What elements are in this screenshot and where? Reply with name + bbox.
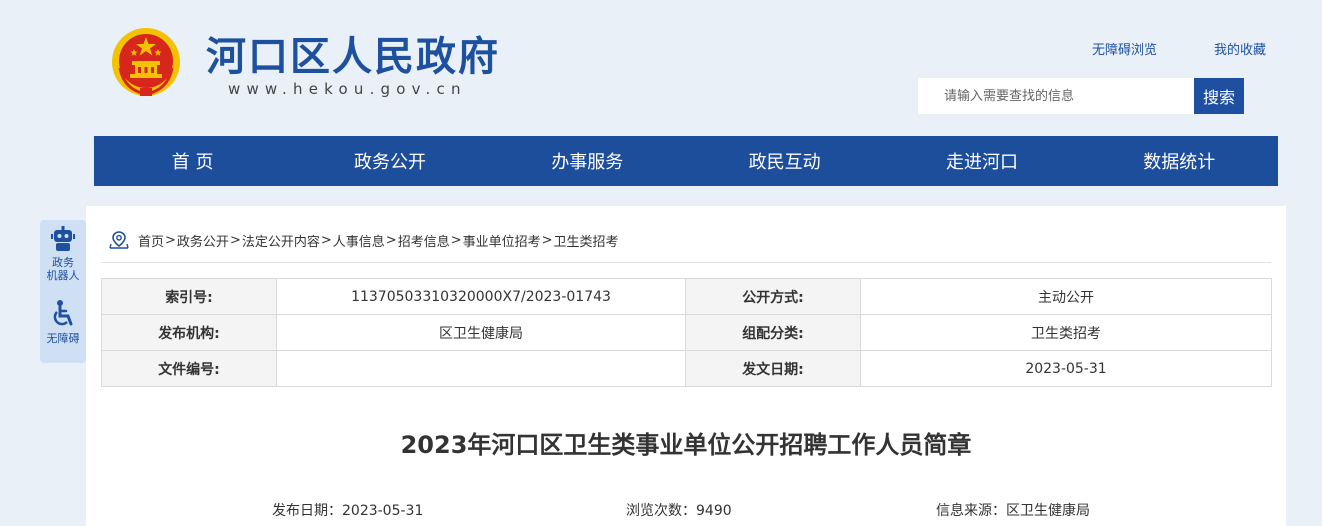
info-source: 信息来源：区卫生健康局 bbox=[936, 503, 1090, 519]
issue-date-value: 2023-05-31 bbox=[860, 350, 1272, 387]
table-row: 文件编号: 发文日期: 2023-05-31 bbox=[101, 350, 1272, 387]
nav-government-affairs[interactable]: 政务公开 bbox=[291, 136, 488, 186]
breadcrumb-divider bbox=[101, 262, 1271, 263]
breadcrumb-personnel-info[interactable]: 人事信息 bbox=[333, 231, 385, 250]
publisher-key: 发布机构: bbox=[101, 314, 277, 351]
accessible-browsing-link[interactable]: 无障碍浏览 bbox=[1092, 39, 1157, 58]
national-emblem-logo bbox=[112, 28, 180, 96]
breadcrumb-separator: > bbox=[450, 232, 462, 248]
accessibility-button[interactable]: 无障碍 bbox=[40, 300, 86, 345]
breadcrumb-statutory-content[interactable]: 法定公开内容 bbox=[242, 231, 320, 250]
doc-no-value bbox=[276, 350, 686, 387]
breadcrumb-separator: > bbox=[165, 232, 176, 248]
nav-home[interactable]: 首 页 bbox=[94, 136, 291, 186]
breadcrumb-institution-recruitment[interactable]: 事业单位招考 bbox=[463, 231, 541, 250]
breadcrumb-home[interactable]: 首页 bbox=[138, 231, 164, 250]
search-button[interactable]: 搜索 bbox=[1194, 78, 1244, 114]
document-meta-table: 索引号: 11370503310320000X7/2023-01743 公开方式… bbox=[101, 278, 1272, 387]
disclose-method-key: 公开方式: bbox=[685, 278, 861, 315]
nav-services[interactable]: 办事服务 bbox=[489, 136, 686, 186]
breadcrumb: 首页 > 政务公开 > 法定公开内容 > 人事信息 > 招考信息 > 事业单位招… bbox=[108, 230, 619, 250]
article-title: 2023年河口区卫生类事业单位公开招聘工作人员简章 bbox=[400, 431, 972, 459]
main-nav: 首 页 政务公开 办事服务 政民互动 走进河口 数据统计 bbox=[94, 136, 1278, 186]
publish-date: 发布日期：2023-05-31 bbox=[272, 503, 424, 519]
robot-assistant-button[interactable]: 政务 机器人 bbox=[40, 226, 86, 282]
index-no-key: 索引号: bbox=[101, 278, 277, 315]
breadcrumb-recruitment-info[interactable]: 招考信息 bbox=[398, 231, 450, 250]
accessibility-label: 无障碍 bbox=[46, 332, 80, 345]
robot-label-line2: 机器人 bbox=[46, 269, 80, 282]
breadcrumb-health-recruitment[interactable]: 卫生类招考 bbox=[554, 231, 619, 250]
breadcrumb-separator: > bbox=[541, 232, 553, 248]
category-key: 组配分类: bbox=[685, 314, 861, 351]
breadcrumb-separator: > bbox=[385, 232, 397, 248]
breadcrumb-separator: > bbox=[229, 232, 241, 248]
index-no-value: 11370503310320000X7/2023-01743 bbox=[276, 278, 686, 315]
breadcrumb-separator: > bbox=[320, 232, 332, 248]
search-input[interactable] bbox=[918, 78, 1194, 114]
wheelchair-icon bbox=[53, 300, 73, 326]
table-row: 发布机构: 区卫生健康局 组配分类: 卫生类招考 bbox=[101, 314, 1272, 351]
disclose-method-value: 主动公开 bbox=[860, 278, 1272, 315]
doc-no-key: 文件编号: bbox=[101, 350, 277, 387]
nav-interaction[interactable]: 政民互动 bbox=[686, 136, 883, 186]
robot-icon bbox=[51, 226, 75, 251]
robot-label-line1: 政务 bbox=[52, 256, 74, 269]
location-icon bbox=[109, 231, 129, 249]
floating-sidebar: 政务 机器人 无障碍 bbox=[40, 220, 86, 363]
my-favorites-link[interactable]: 我的收藏 bbox=[1214, 39, 1266, 58]
table-row: 索引号: 11370503310320000X7/2023-01743 公开方式… bbox=[101, 278, 1272, 315]
nav-statistics[interactable]: 数据统计 bbox=[1081, 136, 1278, 186]
category-value: 卫生类招考 bbox=[860, 314, 1272, 351]
breadcrumb-government-affairs[interactable]: 政务公开 bbox=[177, 231, 229, 250]
nav-about-hekou[interactable]: 走进河口 bbox=[883, 136, 1080, 186]
publisher-value: 区卫生健康局 bbox=[276, 314, 686, 351]
view-count: 浏览次数：9490 bbox=[626, 503, 732, 519]
site-url: www.hekou.gov.cn bbox=[228, 80, 467, 98]
site-title: 河口区人民政府 bbox=[206, 34, 500, 80]
issue-date-key: 发文日期: bbox=[685, 350, 861, 387]
